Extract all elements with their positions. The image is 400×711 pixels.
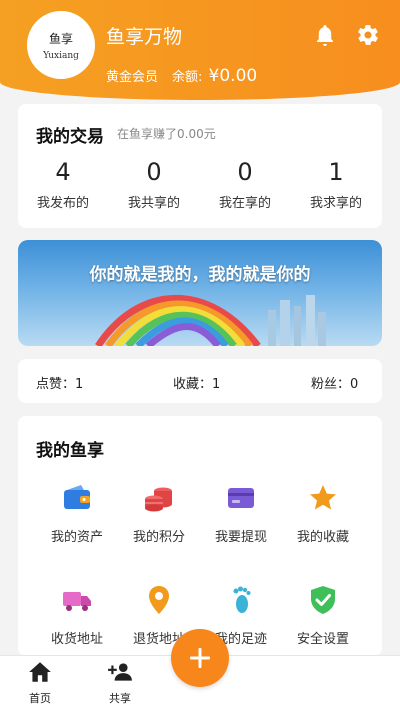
trade-title: 我的交易: [36, 127, 104, 147]
grid-item-label: 收货地址: [50, 632, 103, 647]
balance: 余额: ¥0.00: [172, 66, 257, 86]
tab-share-label: 共享: [109, 692, 131, 705]
balance-value: ¥0.00: [208, 66, 258, 86]
stat-value: 0: [146, 158, 162, 186]
grid-item-label: 我要提现: [214, 530, 267, 545]
settings-gear-icon[interactable]: [356, 23, 380, 47]
grid-item-security[interactable]: 安全设置: [278, 584, 368, 647]
grid-item-label: 我的资产: [50, 530, 103, 545]
rainbow-illustration: [95, 294, 326, 346]
grid-item-withdraw[interactable]: 我要提现: [196, 482, 286, 545]
grid-item-label: 我的积分: [132, 530, 185, 545]
stat-value: 0: [237, 158, 253, 186]
stat-value: 4: [55, 158, 71, 186]
grid-item-assets[interactable]: 我的资产: [32, 482, 122, 545]
nickname: 鱼享万物: [106, 26, 183, 48]
add-person-icon: [108, 663, 132, 681]
stat-label: 我求享的: [309, 196, 362, 211]
stat-requested[interactable]: 1 我求享的: [296, 158, 376, 211]
fans-count[interactable]: 粉丝：0: [311, 373, 358, 392]
coins-icon: [145, 487, 172, 512]
home-icon: [29, 662, 51, 682]
star-icon: [310, 485, 336, 510]
trade-card: 我的交易 在鱼享赚了0.00元 4 我发布的 0 我共享的 0 我在享的 1 我…: [18, 104, 382, 228]
tab-home-label: 首页: [29, 692, 51, 705]
footprint-icon: [233, 586, 251, 613]
tab-home[interactable]: 首页: [10, 659, 70, 706]
location-pin-icon: [149, 586, 169, 614]
grid-item-favorites[interactable]: 我的收藏: [278, 482, 368, 545]
grid-item-shipping-address[interactable]: 收货地址: [32, 584, 122, 647]
grid-item-label: 我的收藏: [296, 530, 349, 545]
avatar[interactable]: 鱼享 Yuxiang: [27, 11, 95, 79]
stat-published[interactable]: 4 我发布的: [23, 158, 103, 211]
balance-label: 余额:: [172, 70, 203, 85]
card-icon: [228, 488, 254, 508]
stat-shared[interactable]: 0 我共享的: [114, 158, 194, 211]
avatar-text-cn: 鱼享: [48, 31, 73, 46]
stat-enjoying[interactable]: 0 我在享的: [205, 158, 285, 211]
avatar-text-en: Yuxiang: [43, 50, 79, 61]
wallet-icon: [64, 485, 90, 509]
stat-label: 我发布的: [36, 196, 89, 211]
bell-icon[interactable]: [313, 23, 337, 47]
trade-earnings: 在鱼享赚了0.00元: [117, 127, 216, 141]
promo-banner[interactable]: 你的就是我的，我的就是你的: [18, 240, 382, 346]
stat-value: 1: [328, 158, 344, 186]
grid-item-points[interactable]: 我的积分: [114, 482, 204, 545]
grid-item-label: 安全设置: [296, 632, 349, 647]
social-stats: 点赞：1 收藏：1 粉丝：0: [18, 359, 382, 403]
profile-header: 鱼享 Yuxiang 鱼享万物 黄金会员 余额: ¥0.00: [0, 0, 400, 100]
publish-fab-button[interactable]: [171, 629, 229, 687]
my-yuxiang-title: 我的鱼享: [36, 441, 104, 461]
my-yuxiang-card: 我的鱼享 我的资产 我的积分 我要提现 我的收藏 收货地址 退货地址 我的足迹 …: [18, 416, 382, 656]
plus-icon: [190, 648, 210, 668]
likes-count[interactable]: 点赞：1: [36, 373, 83, 392]
tab-share[interactable]: 共享: [90, 659, 150, 706]
favorites-count[interactable]: 收藏：1: [173, 373, 220, 392]
member-level: 黄金会员: [106, 70, 159, 85]
stat-label: 我共享的: [127, 196, 180, 211]
stat-label: 我在享的: [218, 196, 271, 211]
truck-icon: [63, 592, 91, 611]
banner-slogan: 你的就是我的，我的就是你的: [89, 265, 311, 285]
shield-check-icon: [311, 586, 335, 614]
